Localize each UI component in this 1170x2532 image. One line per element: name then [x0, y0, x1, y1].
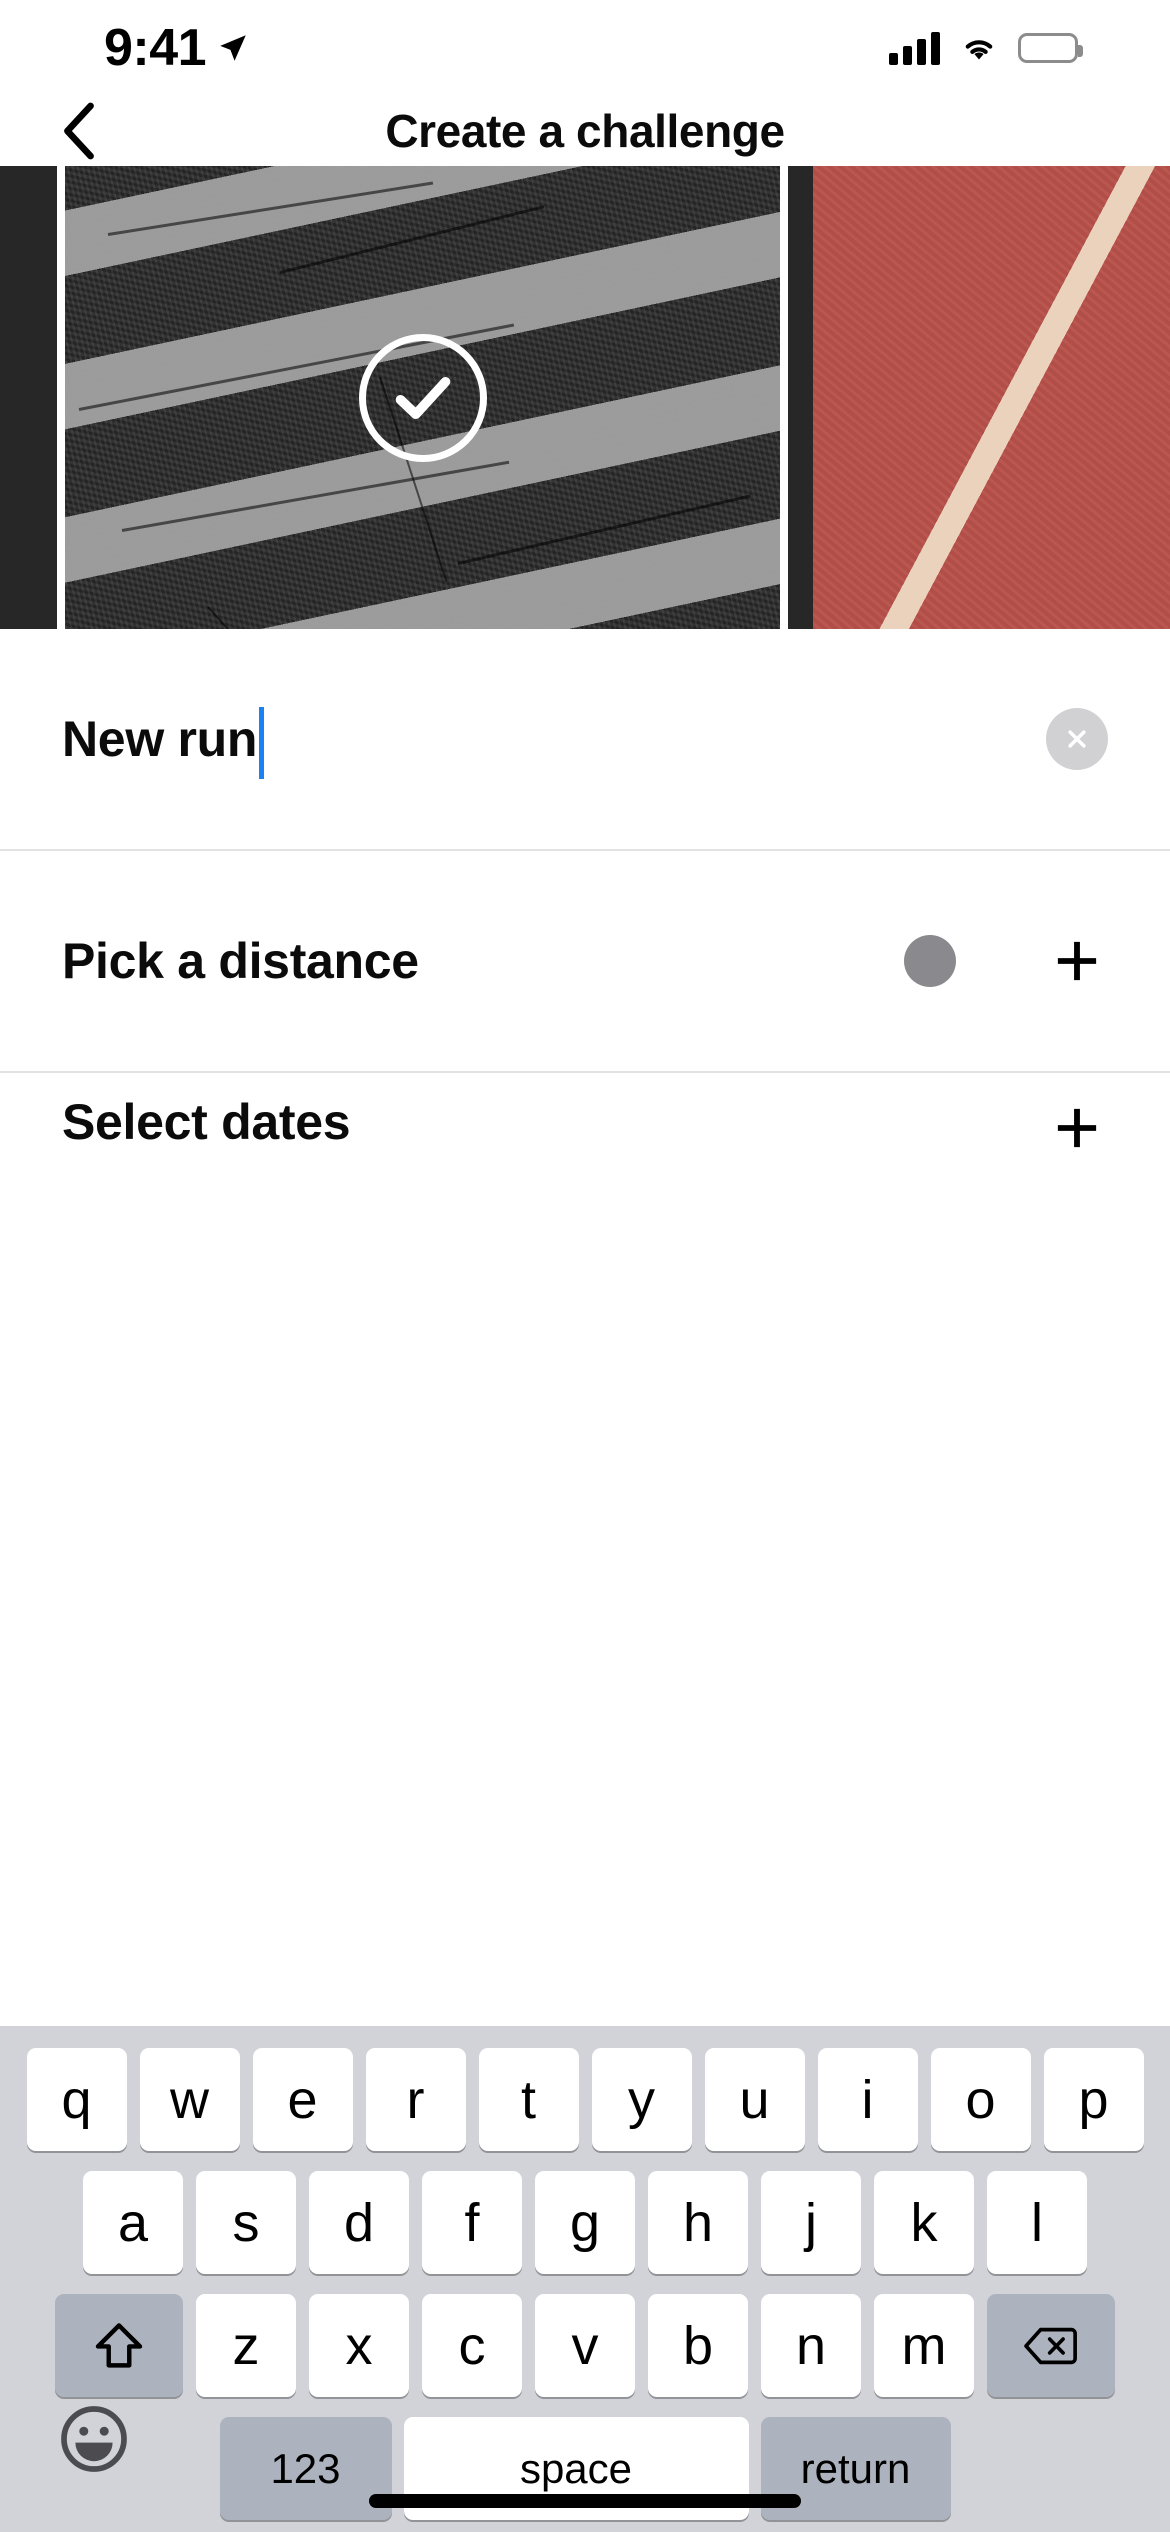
navigation-bar: Create a challenge: [0, 96, 1170, 166]
status-time: 9:41: [104, 19, 207, 77]
key-w[interactable]: w: [139, 2048, 240, 2151]
key-f[interactable]: f: [422, 2171, 522, 2274]
emoji-smiley-icon: [61, 2406, 127, 2472]
key-u[interactable]: u: [704, 2048, 805, 2151]
status-bar-right: [889, 31, 1083, 65]
challenge-name-row-actions: [1046, 708, 1108, 770]
key-s[interactable]: s: [196, 2171, 296, 2274]
challenge-form: New run Pick a distance Select dates: [0, 629, 1170, 1223]
key-o[interactable]: o: [930, 2048, 1031, 2151]
checkmark-circle-icon: [395, 376, 450, 419]
key-g[interactable]: g: [535, 2171, 635, 2274]
challenge-name-input[interactable]: New run: [62, 710, 257, 768]
app-screen: 9:41 Create a challenge New run Pick a d…: [0, 0, 1170, 2532]
key-p[interactable]: p: [1043, 2048, 1144, 2151]
close-circle-icon: [1068, 730, 1086, 748]
pick-distance-label: Pick a distance: [62, 933, 419, 989]
key-k[interactable]: k: [874, 2171, 974, 2274]
keyboard-bottom-bar: [0, 2382, 1170, 2532]
select-dates-label: Select dates: [62, 1094, 351, 1150]
select-dates-row-actions: [1046, 1097, 1108, 1159]
add-dates-button[interactable]: [1046, 1097, 1108, 1159]
key-r[interactable]: r: [365, 2048, 466, 2151]
status-bar: 9:41: [0, 0, 1170, 96]
emoji-key[interactable]: [55, 2400, 133, 2478]
photo-thumbnail[interactable]: [813, 166, 1170, 629]
photo-selected-badge: [358, 333, 487, 462]
wifi-icon: [965, 40, 993, 60]
battery-icon: [1018, 33, 1083, 63]
key-q[interactable]: q: [26, 2048, 127, 2151]
home-indicator: [369, 2494, 801, 2508]
clear-text-button[interactable]: [1046, 708, 1108, 770]
select-dates-row[interactable]: Select dates: [0, 1073, 1170, 1223]
key-t[interactable]: t: [478, 2048, 579, 2151]
cellular-signal-icon: [889, 31, 940, 65]
text-cursor: [259, 707, 265, 779]
photo-thumbnail-selected[interactable]: [57, 166, 788, 629]
keyboard-row-2: a s d f g h j k l: [0, 2151, 1170, 2274]
key-j[interactable]: j: [761, 2171, 861, 2274]
chevron-left-icon: [64, 102, 94, 160]
key-l[interactable]: l: [987, 2171, 1087, 2274]
pick-distance-row[interactable]: Pick a distance: [0, 851, 1170, 1073]
photo-picker-carousel[interactable]: [0, 166, 1170, 629]
plus-icon: [1057, 1108, 1097, 1148]
shift-arrow-icon: [95, 2322, 143, 2368]
key-e[interactable]: e: [252, 2048, 353, 2151]
page-title: Create a challenge: [385, 105, 785, 157]
on-screen-keyboard[interactable]: q w e r t y u i o p a s d f g h j k l z …: [0, 2026, 1170, 2532]
keyboard-row-1: q w e r t y u i o p: [0, 2026, 1170, 2151]
add-distance-button[interactable]: [1046, 930, 1108, 992]
status-bar-left: 9:41: [104, 18, 250, 78]
challenge-name-row[interactable]: New run: [0, 629, 1170, 851]
key-h[interactable]: h: [648, 2171, 748, 2274]
key-a[interactable]: a: [83, 2171, 183, 2274]
key-y[interactable]: y: [591, 2048, 692, 2151]
plus-icon: [1057, 941, 1097, 981]
red-running-track-photo: [813, 166, 1170, 629]
photo-picker-track[interactable]: [0, 166, 1170, 629]
pick-distance-row-actions: [904, 930, 1108, 992]
backspace-icon: [1024, 2327, 1077, 2364]
location-arrow-icon: [220, 35, 246, 61]
key-i[interactable]: i: [817, 2048, 918, 2151]
back-button[interactable]: [44, 96, 114, 166]
key-d[interactable]: d: [309, 2171, 409, 2274]
keyboard-row-3: z x c v b n m: [0, 2274, 1170, 2397]
distance-indicator-dot: [904, 935, 956, 987]
